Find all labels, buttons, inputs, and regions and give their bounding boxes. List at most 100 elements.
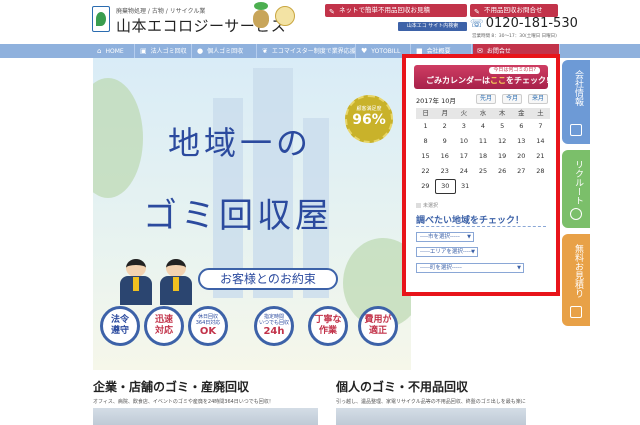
calendar-weekday: 金 <box>518 109 525 117</box>
calendar-day[interactable]: 23 <box>435 164 454 179</box>
calendar-day[interactable]: 26 <box>493 164 512 179</box>
personal-section-desc: 引っ越し、遺品整理、家電リサイクル品等の不用品回収、終盤のゴミ出しを最も楽に！ <box>336 399 526 405</box>
calendar-day[interactable]: 21 <box>531 149 550 164</box>
current-month-button[interactable]: 今月 <box>502 94 522 104</box>
calendar-day[interactable]: 3 <box>454 119 473 134</box>
promise-banner: お客様とのお約束 <box>198 268 338 290</box>
nav-item-home[interactable]: ⌂ HOME <box>93 44 135 58</box>
calendar-month-label: 2017年 10月 <box>416 97 456 105</box>
calendar-day[interactable]: 8 <box>416 134 435 149</box>
calendar-day[interactable]: 19 <box>493 149 512 164</box>
pen-icon: ✎ <box>329 8 335 16</box>
logo-icon[interactable] <box>92 6 110 32</box>
promise-careful: 丁寧な 作業 <box>308 306 348 346</box>
calendar-day[interactable]: 2 <box>435 119 454 134</box>
calendar-day[interactable]: 31 <box>456 179 475 194</box>
user-icon <box>570 208 582 220</box>
hero-title-line2: ゴミ回収屋 <box>143 196 333 236</box>
area-select[interactable]: -----エリアを選択----- ▼ <box>416 247 478 257</box>
calendar-day <box>512 179 531 194</box>
calendar-day[interactable]: 20 <box>512 149 531 164</box>
personal-section-image[interactable] <box>336 408 526 425</box>
corporate-section-desc: オフィス、病院、飲食店、イベントのゴミや産廃を24時間364日いつでも回収！ <box>93 399 274 405</box>
calendar-weekday: 水 <box>479 109 487 117</box>
user-icon: ● <box>197 47 204 55</box>
calendar-day <box>531 179 550 194</box>
mascot-icon <box>250 2 272 32</box>
calendar-day[interactable]: 18 <box>473 149 492 164</box>
calendar-week-row: 22 23 24 25 26 27 28 <box>416 164 550 179</box>
phone-icon: ☏ <box>470 17 484 30</box>
calendar-day[interactable]: 30 <box>434 179 456 194</box>
calendar-week-row: 1234567 <box>416 119 550 134</box>
prev-month-button[interactable]: 先月 <box>476 94 496 104</box>
calendar-day[interactable]: 17 <box>454 149 473 164</box>
calendar-weekday: 日 <box>422 109 429 117</box>
building-icon: ▣ <box>140 47 147 55</box>
calendar-legend: 未選択 <box>416 202 438 209</box>
net-estimate-button[interactable]: ✎ ネットで簡単不用品回収お見積 <box>325 4 467 17</box>
calendar-weekday: 土 <box>537 109 544 117</box>
site-search-tag[interactable]: 山本エコ サイト内検索 <box>398 22 467 31</box>
company-tagline: 廃棄物処理 / 古物 / リサイクル業 <box>116 8 206 15</box>
calendar-day[interactable]: 13 <box>512 134 531 149</box>
calendar-day[interactable]: 7 <box>531 119 550 134</box>
leaf-icon: ❦ <box>262 47 268 55</box>
side-tab-free-estimate[interactable]: 無料お見積り <box>562 234 590 326</box>
calendar-day[interactable]: 24 <box>454 164 473 179</box>
site-header: 廃棄物処理 / 古物 / リサイクル業 山本エコロジーサービス ✎ ネットで簡単不… <box>0 0 640 44</box>
nav-item-corporate[interactable]: ▣ 法人ゴミ回収 <box>136 44 192 58</box>
calendar-day[interactable]: 29 <box>416 179 435 194</box>
corporate-section-title[interactable]: 企業・店舗のゴミ・産廃回収 <box>93 378 249 395</box>
next-month-button[interactable]: 来月 <box>528 94 548 104</box>
document-icon <box>570 124 582 136</box>
calendar-week-row: 15 16 17 18 19 20 21 <box>416 149 550 164</box>
calendar-day[interactable]: 16 <box>435 149 454 164</box>
calendar-week-row: 8 9 10 11 12 13 14 <box>416 134 550 149</box>
nav-item-personal[interactable]: ● 個人ゴミ回収 <box>193 44 257 58</box>
area-check-title: 調べたい地域をチェック！ <box>416 216 525 226</box>
calendar-day[interactable]: 25 <box>473 164 492 179</box>
calendar-day[interactable]: 4 <box>473 119 492 134</box>
calendar-grid: 日月火水木金土 1 2 3 4 5 6 7 8 9 10 11 12 13 14 15 16 17 18 19 20 21… <box>416 108 550 194</box>
calendar-header: 2017年 10月 先月 今月 来月 <box>416 93 550 107</box>
corporate-section-image[interactable] <box>93 408 318 425</box>
calendar-day[interactable]: 22 <box>416 164 435 179</box>
calendar-day[interactable]: 11 <box>473 134 492 149</box>
business-hours: 営業時間 8：30〜17：30(土曜日 日曜日) <box>472 34 557 39</box>
phone-number[interactable]: ☏ 0120-181-530 <box>470 16 578 31</box>
calendar-day <box>475 179 494 194</box>
award-badge-icon <box>275 6 295 26</box>
side-tab-recruit[interactable]: リクルート <box>562 150 590 228</box>
staff-illustration <box>118 255 208 305</box>
calendar-banner[interactable]: 今日は何ゴミの日? ごみカレンダーはここをチェック!! <box>414 65 548 89</box>
calendar-weekday-row: 日月火水木金土 <box>416 108 550 119</box>
promise-24h: 指定時間 いつでも回収 24h <box>254 306 294 346</box>
calendar-day[interactable]: 5 <box>493 119 512 134</box>
calendar-day[interactable]: 10 <box>454 134 473 149</box>
city-select[interactable]: ----市を選択----- ▼ <box>416 232 474 242</box>
satisfaction-seal: 顧客満足度 96% <box>345 95 393 143</box>
promise-speed: 迅速 対応 <box>144 306 184 346</box>
calendar-day[interactable]: 14 <box>531 134 550 149</box>
home-icon: ⌂ <box>97 47 102 55</box>
side-tab-company-info[interactable]: 会社情報 <box>562 60 590 144</box>
calendar-day <box>493 179 512 194</box>
promise-fair-price: 費用が 適正 <box>358 306 398 346</box>
calendar-day[interactable]: 27 <box>512 164 531 179</box>
calendar-day[interactable]: 15 <box>416 149 435 164</box>
calendar-day[interactable]: 9 <box>435 134 454 149</box>
personal-section-title[interactable]: 個人のゴミ・不用品回収 <box>336 378 468 395</box>
calendar-day[interactable]: 12 <box>493 134 512 149</box>
page-root: 廃棄物処理 / 古物 / リサイクル業 山本エコロジーサービス ✎ ネットで簡単不… <box>0 0 640 425</box>
pen-icon <box>570 306 582 318</box>
calendar-weekday: 木 <box>498 109 506 117</box>
town-select[interactable]: -----町を選択----- ▼ <box>416 263 524 273</box>
nav-item-ecomeister[interactable]: ❦ エコマイスター制度で業界応援 <box>258 44 356 58</box>
calendar-weekday: 月 <box>441 109 448 117</box>
calendar-day[interactable]: 28 <box>531 164 550 179</box>
chevron-down-icon: ▼ <box>467 234 471 240</box>
promise-holiday: 休日回収 364日対応 OK <box>188 306 228 346</box>
calendar-day[interactable]: 1 <box>416 119 435 134</box>
calendar-day[interactable]: 6 <box>512 119 531 134</box>
